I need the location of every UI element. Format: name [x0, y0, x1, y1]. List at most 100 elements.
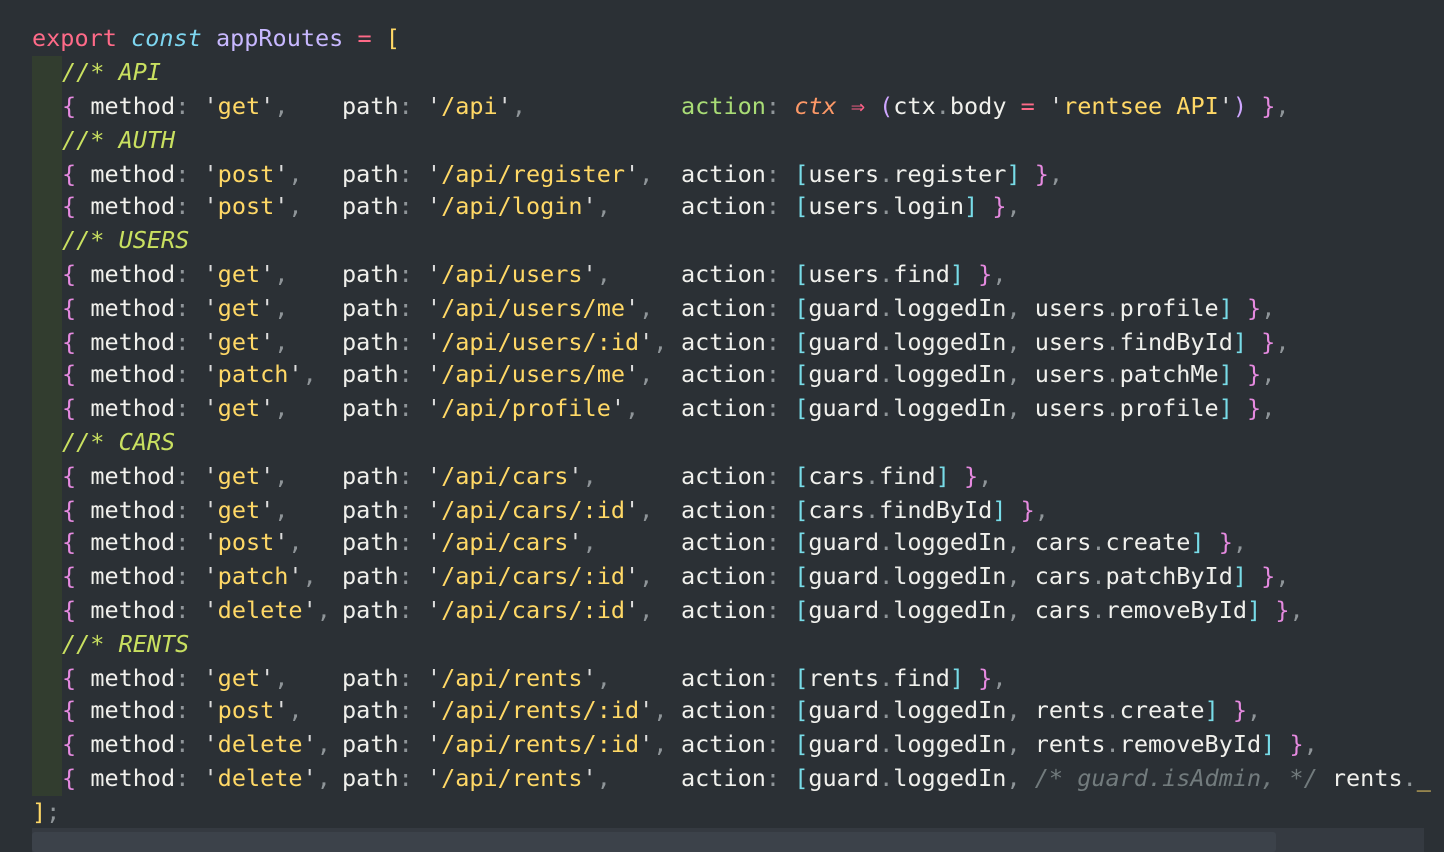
open-array: [ — [794, 360, 809, 388]
code-line-route[interactable]: { method: 'post', path: '/api/cars', actio… — [62, 525, 1444, 559]
code-line-route[interactable]: { method: 'get', path: '/api', action: ctx… — [62, 89, 1444, 123]
action-segment: action: [guard.loggedIn, /* guard.isAdmi… — [681, 761, 1431, 795]
quote: ' — [426, 360, 442, 388]
code-line-route[interactable]: { method: 'delete', path: '/api/cars/:id'… — [62, 593, 1444, 627]
handler-ident: users — [1034, 394, 1106, 422]
comma: , — [639, 596, 654, 624]
code-line-route[interactable]: { method: 'delete', path: '/api/rents/:id… — [62, 727, 1444, 761]
code-line-route[interactable]: { method: 'get', path: '/api/profile', act… — [62, 391, 1444, 425]
colon: : — [398, 730, 413, 758]
quote: ' — [426, 92, 442, 120]
quote: ' — [639, 730, 654, 758]
action-segment: action: [guard.loggedIn, cars.removeById… — [681, 593, 1304, 627]
horizontal-scrollbar-thumb[interactable] — [32, 832, 1276, 852]
dot-token: . — [935, 92, 950, 120]
quote: ' — [426, 294, 442, 322]
code-line-comment[interactable]: //* CARS — [62, 425, 175, 459]
colon: : — [175, 730, 190, 758]
action-segment: action: [cars.find] }, — [681, 459, 992, 493]
dot-token: . — [879, 394, 894, 422]
code-line-route[interactable]: { method: 'post', path: '/api/login', acti… — [62, 189, 1444, 223]
code-line-route[interactable]: { method: 'post', path: '/api/register', a… — [62, 157, 1444, 191]
code-line-declaration[interactable]: export const appRoutes = [ — [32, 21, 400, 55]
colon: : — [398, 528, 413, 556]
handler-ident: findById — [879, 496, 993, 524]
close-brace: } — [1247, 360, 1262, 388]
comma: , — [1247, 696, 1262, 724]
code-line-route[interactable]: { method: 'patch', path: '/api/cars/:id',… — [62, 559, 1444, 593]
open-bracket: [ — [385, 24, 400, 52]
path-key: path — [342, 596, 399, 624]
path-key: path — [342, 360, 399, 388]
method-segment: { method: 'get', — [62, 257, 288, 291]
path-value: /api/rents/:id — [441, 730, 640, 758]
quote: ' — [426, 730, 442, 758]
handler-ident: loggedIn — [893, 596, 1007, 624]
code-line-comment[interactable]: //* RENTS — [62, 627, 189, 661]
code-line-comment[interactable]: //* USERS — [62, 223, 189, 257]
section-comment: //* CARS — [62, 428, 176, 456]
open-array: [ — [794, 462, 809, 490]
export-keyword: export — [32, 24, 117, 52]
comma: , — [639, 360, 654, 388]
path-segment: path: '/api/rents', — [342, 661, 611, 695]
code-line-route[interactable]: { method: 'get', path: '/api/users', actio… — [62, 257, 1444, 291]
open-array: [ — [794, 328, 809, 356]
code-editor[interactable]: export const appRoutes = [ //* API { meth… — [0, 0, 1444, 852]
code-line-comment[interactable]: //* AUTH — [62, 123, 175, 157]
method-value: post — [217, 528, 275, 556]
colon: : — [765, 764, 781, 792]
code-line-route[interactable]: { method: 'patch', path: '/api/users/me',… — [62, 357, 1444, 391]
quote: ' — [639, 696, 654, 724]
code-line-route[interactable]: { method: 'get', path: '/api/users/:id', a… — [62, 325, 1444, 359]
dot-token: . — [1091, 528, 1106, 556]
quote: ' — [426, 394, 442, 422]
handler-ident: rents — [808, 664, 880, 692]
handler-ident: loggedIn — [893, 528, 1007, 556]
close-paren: ) — [1232, 92, 1248, 120]
close-array: ] — [1006, 160, 1021, 188]
open-paren: ( — [879, 92, 894, 120]
open-brace: { — [62, 696, 77, 724]
quote: ' — [302, 764, 317, 792]
comma: , — [316, 764, 331, 792]
code-line-close[interactable]: ] ; — [32, 795, 60, 829]
code-line-route[interactable]: { method: 'get', path: '/api/cars', action… — [62, 459, 1444, 493]
colon: : — [175, 528, 190, 556]
code-line-comment[interactable]: //* API — [62, 55, 161, 89]
code-line-route[interactable]: { method: 'delete', path: '/api/rents', ac… — [62, 761, 1444, 795]
code-line-route[interactable]: { method: 'get', path: '/api/rents', actio… — [62, 661, 1444, 695]
variable-name: appRoutes — [215, 24, 344, 52]
comma: , — [1261, 360, 1276, 388]
code-line-route[interactable]: { method: 'get', path: '/api/users/me', ac… — [62, 291, 1444, 325]
open-brace: { — [62, 562, 77, 590]
code-line-route[interactable]: { method: 'get', path: '/api/cars/:id', ac… — [62, 493, 1444, 527]
path-value: /api/register — [441, 160, 625, 188]
open-brace: { — [62, 496, 77, 524]
code-line-route[interactable]: { method: 'post', path: '/api/rents/:id',… — [62, 693, 1444, 727]
close-brace: } — [1020, 496, 1035, 524]
quote: ' — [260, 260, 275, 288]
comma: , — [302, 562, 317, 590]
path-key: path — [342, 92, 399, 120]
comma: , — [288, 528, 303, 556]
quote: ' — [426, 664, 442, 692]
colon: : — [175, 294, 190, 322]
